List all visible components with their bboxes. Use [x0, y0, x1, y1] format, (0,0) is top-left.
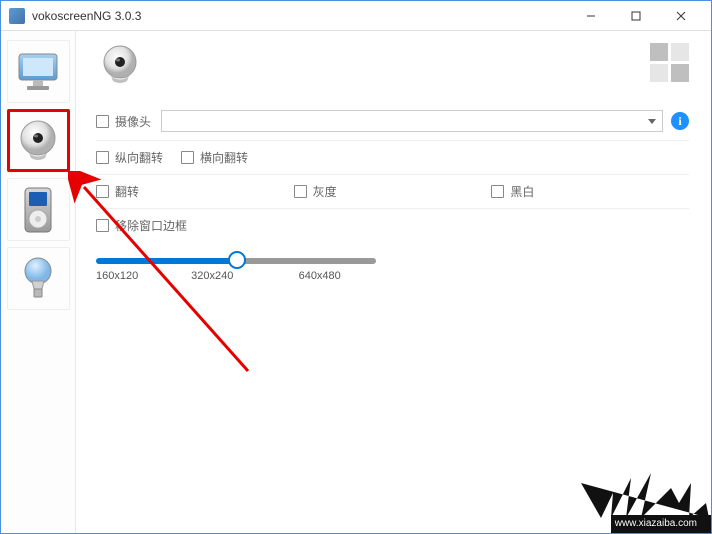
maximize-button[interactable] — [613, 2, 658, 30]
sidebar-item-tips[interactable] — [7, 247, 70, 310]
grid-view-icon[interactable] — [650, 43, 689, 82]
sidebar — [1, 31, 76, 533]
remove-border-label: 移除窗口边框 — [115, 217, 187, 234]
camera-checkbox[interactable] — [96, 115, 109, 128]
border-row: 移除窗口边框 — [96, 209, 689, 242]
ipod-icon — [18, 186, 58, 234]
close-button[interactable] — [658, 2, 703, 30]
main-panel: 摄像头 i 纵向翻转 横向翻转 翻转 灰度 — [76, 31, 711, 533]
gray-label: 灰度 — [313, 183, 337, 200]
gray-checkbox[interactable] — [294, 185, 307, 198]
slider-tick-2: 320x240 — [191, 270, 298, 282]
flip-v-label: 纵向翻转 — [115, 149, 163, 166]
app-icon — [9, 8, 25, 24]
bw-label: 黑白 — [510, 183, 534, 200]
resolution-slider-section: 160x120 320x240 640x480 — [96, 242, 689, 282]
sidebar-item-player[interactable] — [7, 178, 70, 241]
camera-row: 摄像头 i — [96, 102, 689, 141]
webcam-icon — [15, 118, 61, 164]
flip-checkbox[interactable] — [96, 185, 109, 198]
bulb-icon — [20, 255, 56, 303]
minimize-button[interactable] — [568, 2, 613, 30]
info-button[interactable]: i — [671, 112, 689, 130]
sidebar-item-screen[interactable] — [7, 40, 70, 103]
effects-row: 翻转 灰度 黑白 — [96, 175, 689, 209]
flip-row: 纵向翻转 横向翻转 — [96, 141, 689, 175]
slider-thumb[interactable] — [228, 251, 246, 269]
titlebar: vokoscreenNG 3.0.3 — [1, 1, 711, 31]
window-title: vokoscreenNG 3.0.3 — [32, 9, 568, 23]
flip-v-checkbox[interactable] — [96, 151, 109, 164]
resolution-slider[interactable] — [96, 258, 376, 264]
slider-tick-1: 160x120 — [96, 270, 191, 282]
flip-label: 翻转 — [115, 183, 139, 200]
slider-tick-3: 640x480 — [299, 270, 406, 282]
flip-h-checkbox[interactable] — [181, 151, 194, 164]
camera-combo[interactable] — [161, 110, 663, 132]
app-window: vokoscreenNG 3.0.3 — [0, 0, 712, 534]
watermark-url: www.xiazaiba.com — [615, 518, 697, 529]
monitor-icon — [15, 52, 61, 92]
slider-labels: 160x120 320x240 640x480 — [96, 270, 406, 282]
sidebar-item-camera[interactable] — [7, 109, 70, 172]
camera-label: 摄像头 — [115, 113, 151, 130]
webcam-header-icon — [98, 43, 143, 88]
remove-border-checkbox[interactable] — [96, 219, 109, 232]
bw-checkbox[interactable] — [491, 185, 504, 198]
flip-h-label: 横向翻转 — [200, 149, 248, 166]
